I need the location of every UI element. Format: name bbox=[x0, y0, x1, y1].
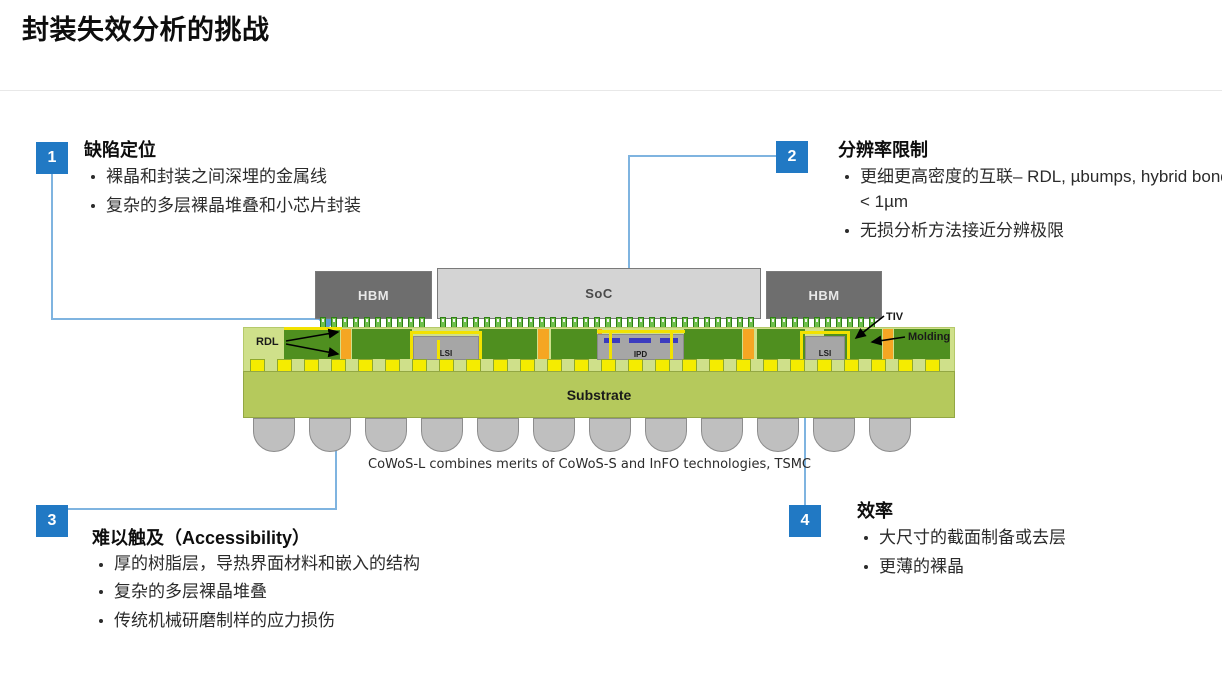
die-hbm-right: HBM bbox=[766, 271, 882, 319]
diagram-caption: CoWoS-L combines merits of CoWoS-S and I… bbox=[368, 457, 811, 472]
package-cross-section-diagram: HBM SoC HBM LSI IPD LSI Substrate RDL TI… bbox=[0, 0, 1222, 695]
molding-block bbox=[757, 329, 805, 359]
die-hbm-left: HBM bbox=[315, 271, 432, 319]
die-hbm-right-label: HBM bbox=[808, 287, 840, 303]
bga-ball bbox=[701, 418, 743, 452]
rdl-trace bbox=[437, 340, 440, 359]
substrate-label: Substrate bbox=[566, 386, 632, 403]
bga-ball bbox=[253, 418, 295, 452]
rdl-trace bbox=[609, 330, 612, 359]
die-soc-label: SoC bbox=[585, 286, 613, 301]
bridge-lsi-right-label: LSI bbox=[818, 349, 832, 358]
molding-block bbox=[684, 329, 742, 359]
molding-block bbox=[284, 329, 340, 359]
tiv-via bbox=[341, 329, 351, 359]
callout-tiv-label: TIV bbox=[886, 311, 904, 323]
rdl-trace bbox=[800, 331, 803, 359]
bga-ball bbox=[309, 418, 351, 452]
callout-rdl: RDL bbox=[256, 336, 279, 348]
substrate: Substrate bbox=[243, 371, 955, 418]
callout-molding: Molding bbox=[908, 331, 950, 343]
bga-ball bbox=[813, 418, 855, 452]
rdl-trace bbox=[800, 331, 850, 334]
bridge-lsi-left-label: LSI bbox=[439, 349, 453, 358]
bga-ball bbox=[589, 418, 631, 452]
bridge-lsi-right: LSI bbox=[805, 336, 845, 360]
bga-ball bbox=[757, 418, 799, 452]
bga-ball bbox=[477, 418, 519, 452]
rdl-trace bbox=[410, 331, 482, 334]
callout-rdl-label: RDL bbox=[256, 336, 279, 348]
ipd-capacitor bbox=[629, 338, 651, 343]
molding-block bbox=[352, 329, 412, 359]
bga-ball bbox=[533, 418, 575, 452]
rdl-trace bbox=[479, 331, 482, 359]
ipd-capacitor bbox=[660, 338, 678, 343]
tiv-via bbox=[883, 329, 893, 359]
rdl-trace bbox=[410, 331, 413, 359]
slide-root: 封装失效分析的挑战 1 缺陷定位 裸晶和封装之间深埋的金属线 复杂的多层裸晶堆叠… bbox=[0, 0, 1222, 695]
molding-block bbox=[551, 329, 597, 359]
bridge-lsi-left: LSI bbox=[413, 336, 479, 360]
molding-block bbox=[479, 329, 537, 359]
callout-tiv: TIV bbox=[886, 311, 903, 323]
tiv-via bbox=[538, 329, 549, 359]
callout-molding-label: Molding bbox=[908, 331, 951, 343]
die-soc: SoC bbox=[437, 268, 761, 319]
rdl-trace bbox=[670, 330, 673, 359]
ipd-capacitor bbox=[604, 338, 620, 343]
bga-ball bbox=[645, 418, 687, 452]
bga-ball bbox=[365, 418, 407, 452]
bridge-ipd-label: IPD bbox=[633, 350, 648, 359]
bga-ball bbox=[421, 418, 463, 452]
rdl-trace bbox=[284, 327, 342, 330]
die-hbm-left-label: HBM bbox=[357, 287, 390, 303]
rdl-trace bbox=[847, 331, 850, 359]
bga-ball bbox=[869, 418, 911, 452]
bga-ball-row bbox=[247, 418, 951, 452]
tiv-via bbox=[743, 329, 754, 359]
